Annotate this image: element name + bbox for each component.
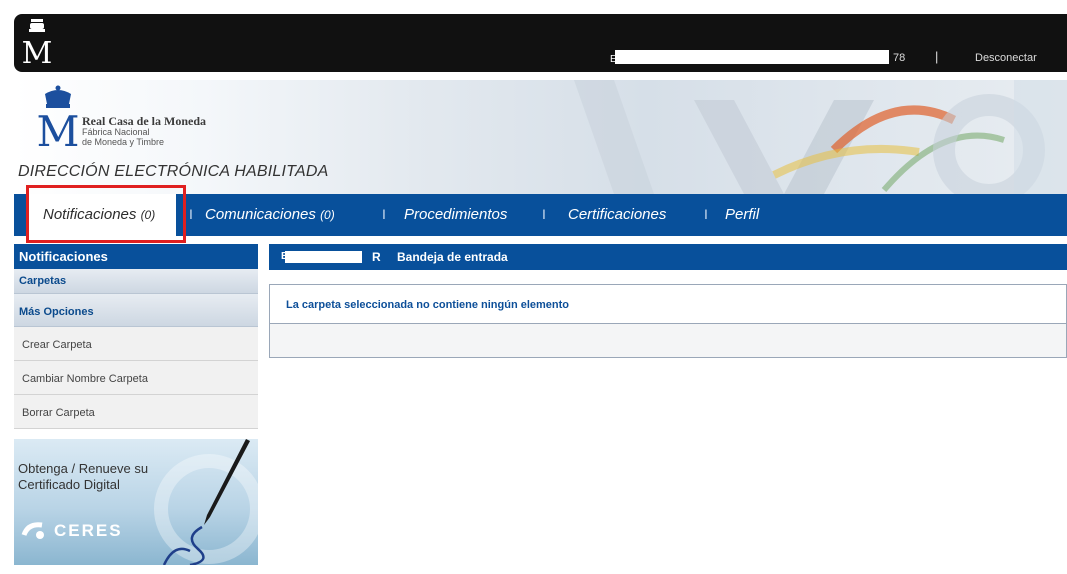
sidebar-title: Notificaciones: [14, 244, 258, 269]
sidebar-section-mas-opciones[interactable]: Más Opciones: [14, 294, 258, 327]
nav-separator: I: [189, 206, 193, 222]
header-banner: M Real Casa de la Moneda Fábrica Naciona…: [14, 80, 1067, 194]
tab-procedimientos[interactable]: Procedimientos: [404, 206, 507, 223]
ceres-promo-banner[interactable]: Obtenga / Renueve su Certificado Digital…: [14, 439, 258, 565]
brand-subtitle-1: Fábrica Nacional: [82, 127, 150, 137]
main-content: E R Bandeja de entrada La carpeta selecc…: [269, 244, 1067, 358]
account-id-suffix: R: [372, 250, 381, 264]
sidebar: Notificaciones Carpetas Más Opciones Cre…: [14, 244, 258, 565]
highlight-box: [26, 185, 186, 243]
ceres-brand: CERES: [54, 521, 123, 540]
topbar-separator: |: [935, 49, 939, 64]
nav-separator: I: [542, 206, 546, 222]
user-id-suffix: 78: [893, 52, 906, 64]
tab-comunicaciones[interactable]: Comunicaciones (0): [205, 206, 335, 223]
inbox-header: E R Bandeja de entrada: [269, 244, 1067, 270]
crown-m-logo-icon: M: [22, 19, 52, 67]
sidebar-section-carpetas[interactable]: Carpetas: [14, 269, 258, 294]
svg-text:M: M: [22, 36, 52, 67]
brand-subtitle-2: de Moneda y Timbre: [82, 137, 165, 147]
inbox-footer: [269, 324, 1067, 358]
tab-certificaciones[interactable]: Certificaciones: [568, 206, 666, 223]
sidebar-item-crear-carpeta[interactable]: Crear Carpeta: [14, 327, 258, 361]
top-bar: M E 78 | Desconectar: [14, 14, 1067, 72]
svg-text:M: M: [37, 107, 79, 148]
crown-crest-icon: M: [37, 85, 79, 148]
account-id-redacted: [285, 251, 362, 263]
user-id-prefix: E: [610, 54, 617, 65]
ceres-logo-icon: [21, 522, 44, 539]
sidebar-item-borrar-carpeta[interactable]: Borrar Carpeta: [14, 395, 258, 429]
logout-link[interactable]: Desconectar: [975, 52, 1037, 64]
site-title: DIRECCIÓN ELECTRÓNICA HABILITADA: [18, 163, 329, 180]
nav-separator: I: [704, 206, 708, 222]
nav-separator: I: [382, 206, 386, 222]
account-id-prefix: E: [281, 251, 288, 262]
user-id-redacted: [615, 50, 889, 64]
promo-text: Obtenga / Renueve su Certificado Digital: [18, 461, 149, 492]
inbox-title: Bandeja de entrada: [397, 250, 508, 264]
tab-perfil[interactable]: Perfil: [725, 206, 759, 223]
empty-folder-message: La carpeta seleccionada no contiene ning…: [269, 284, 1067, 324]
pen-signature-icon: [154, 439, 258, 565]
sidebar-item-cambiar-nombre[interactable]: Cambiar Nombre Carpeta: [14, 361, 258, 395]
